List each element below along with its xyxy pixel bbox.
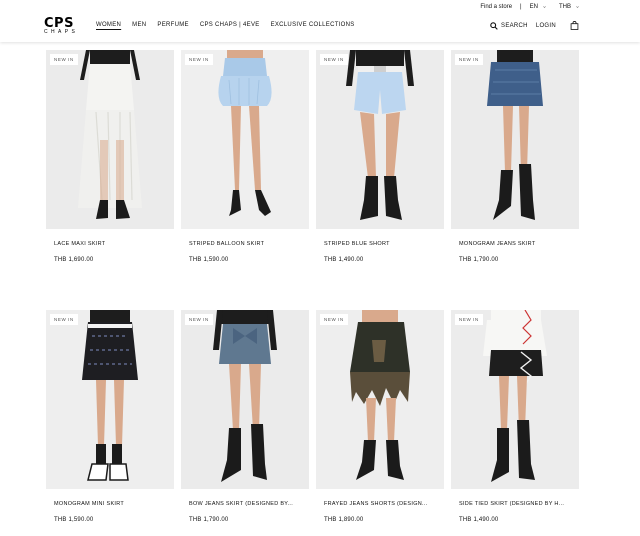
- new-in-badge: NEW IN: [50, 314, 78, 325]
- product-name[interactable]: MONOGRAM JEANS SKIRT: [459, 241, 536, 247]
- product-image[interactable]: NEW IN: [316, 310, 444, 489]
- new-in-badge: NEW IN: [455, 314, 483, 325]
- search-icon: [490, 21, 498, 30]
- new-in-badge: NEW IN: [50, 54, 78, 65]
- product-name[interactable]: BOW JEANS SKIRT (DESIGNED BY...: [189, 501, 293, 507]
- product-image[interactable]: NEW IN: [181, 50, 309, 229]
- model-photo: [181, 50, 309, 229]
- login-link[interactable]: LOGIN: [536, 23, 556, 29]
- model-photo: [451, 310, 579, 489]
- product-image[interactable]: NEW IN: [181, 310, 309, 489]
- product-name[interactable]: SIDE TIED SKIRT (DESIGNED BY H...: [459, 501, 564, 507]
- new-in-badge: NEW IN: [320, 314, 348, 325]
- product-image[interactable]: NEW IN: [46, 310, 174, 489]
- new-in-badge: NEW IN: [185, 54, 213, 65]
- product-price: THB 1,690.00: [54, 257, 94, 263]
- product-image[interactable]: NEW IN: [46, 50, 174, 229]
- brand-logo[interactable]: CPS CHAPS: [44, 17, 76, 35]
- search-button[interactable]: SEARCH: [490, 21, 528, 30]
- product-image[interactable]: NEW IN: [451, 310, 579, 489]
- new-in-badge: NEW IN: [185, 314, 213, 325]
- model-photo: [451, 50, 579, 229]
- product-name[interactable]: MONOGRAM MINI SKIRT: [54, 501, 124, 507]
- logo-subtext: CHAPS: [44, 29, 79, 35]
- new-in-badge: NEW IN: [455, 54, 483, 65]
- product-image[interactable]: NEW IN: [451, 50, 579, 229]
- product-name[interactable]: STRIPED BALLOON SKIRT: [189, 241, 264, 247]
- product-price: THB 1,490.00: [459, 517, 499, 523]
- site-header: Find a store | EN ⌄ THB ⌄ CPS CHAPS WOME…: [0, 0, 640, 42]
- product-card[interactable]: NEW IN STRIPED BALLOON SKIRT THB 1,590.0…: [181, 50, 309, 263]
- divider: |: [520, 3, 522, 10]
- product-card[interactable]: NEW IN MONOGRAM MINI SKIRT THB 1,590.00: [46, 310, 174, 523]
- product-price: THB 1,790.00: [459, 257, 499, 263]
- model-photo: [181, 310, 309, 489]
- chevron-down-icon: ⌄: [574, 4, 580, 9]
- nav-men[interactable]: MEN: [132, 22, 146, 28]
- product-card[interactable]: NEW IN SIDE TIED SKIRT (DESIGNED BY H...…: [451, 310, 579, 523]
- model-photo: [316, 50, 444, 229]
- product-card[interactable]: NEW IN STRIPED BLUE SHORT THB 1,490.00: [316, 50, 444, 263]
- currency-value: THB: [558, 3, 571, 10]
- nav-exclusive-collections[interactable]: EXCLUSIVE COLLECTIONS: [271, 22, 355, 28]
- product-card[interactable]: NEW IN MONOGRAM JEANS SKIRT THB 1,790.00: [451, 50, 579, 263]
- product-price: THB 1,890.00: [324, 517, 364, 523]
- nav-perfume[interactable]: PERFUME: [157, 22, 188, 28]
- product-name[interactable]: STRIPED BLUE SHORT: [324, 241, 390, 247]
- product-card[interactable]: NEW IN BOW JEANS SKIRT (DESIGNED BY... T…: [181, 310, 309, 523]
- product-price: THB 1,590.00: [189, 257, 229, 263]
- product-image[interactable]: NEW IN: [316, 50, 444, 229]
- search-label: SEARCH: [501, 22, 528, 29]
- nav-cps-chaps-4eve[interactable]: CPS CHAPS | 4EVE: [200, 22, 260, 28]
- language-value: EN: [529, 3, 538, 10]
- chevron-down-icon: ⌄: [541, 4, 547, 9]
- header-actions: SEARCH LOGIN: [490, 21, 579, 30]
- product-name[interactable]: LACE MAXI SKIRT: [54, 241, 105, 247]
- product-name[interactable]: FRAYED JEANS SHORTS (DESIGN...: [324, 501, 428, 507]
- model-photo: [316, 310, 444, 489]
- nav-women[interactable]: WOMEN: [96, 22, 121, 28]
- product-price: THB 1,790.00: [189, 517, 229, 523]
- model-photo: [46, 50, 174, 229]
- product-price: THB 1,590.00: [54, 517, 94, 523]
- new-in-badge: NEW IN: [320, 54, 348, 65]
- product-card[interactable]: NEW IN LACE MAXI SKIRT THB 1,690.00: [46, 50, 174, 263]
- product-price: THB 1,490.00: [324, 257, 364, 263]
- main-navigation: WOMEN MEN PERFUME CPS CHAPS | 4EVE EXCLU…: [96, 22, 366, 28]
- language-selector[interactable]: EN ⌄: [530, 3, 547, 10]
- shopping-bag-icon[interactable]: [570, 21, 579, 30]
- currency-selector[interactable]: THB ⌄: [559, 3, 580, 10]
- model-photo: [46, 310, 174, 489]
- product-grid: NEW IN LACE MAXI SKIRT THB 1,690.00 NEW …: [46, 50, 580, 536]
- find-store-link[interactable]: Find a store: [480, 4, 512, 10]
- product-card[interactable]: NEW IN FRAYED JEANS SHORTS (DESIGN... TH…: [316, 310, 444, 523]
- utility-bar: Find a store | EN ⌄ THB ⌄: [480, 3, 580, 10]
